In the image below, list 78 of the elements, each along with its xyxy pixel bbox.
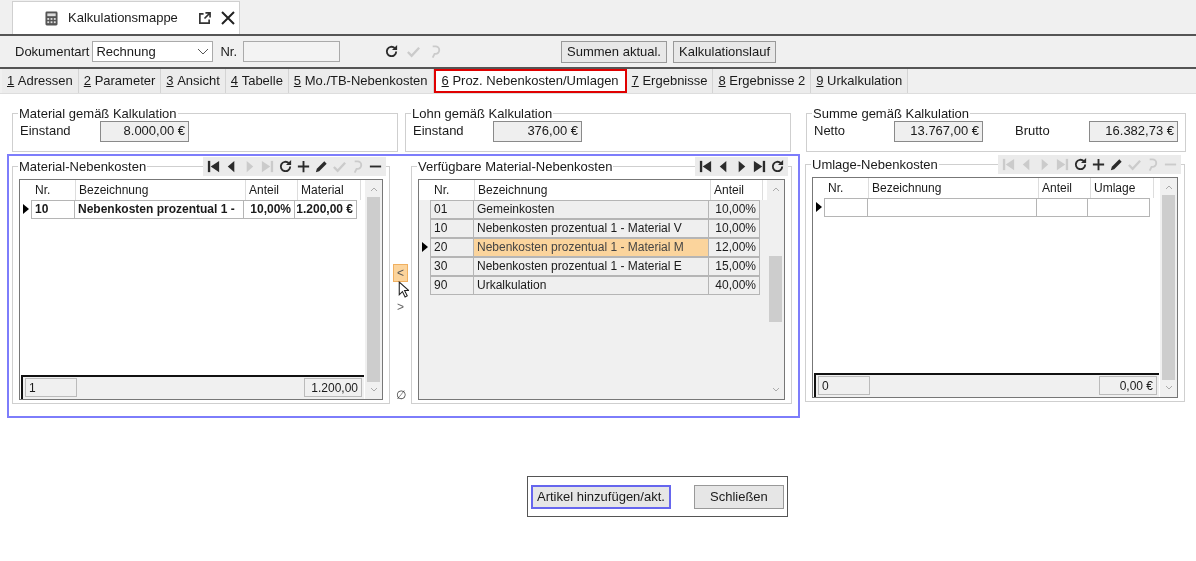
refresh-icon[interactable] [278,159,293,174]
column-header[interactable]: Material [298,179,361,200]
column-header[interactable]: Nr. [431,179,475,200]
transfer-button[interactable]: < [393,264,408,282]
tab[interactable]: 4 Tabelle [225,69,289,93]
group-title: Lohn gemäß Kalkulation [411,105,554,123]
number-field[interactable] [243,41,341,62]
value-field: 8.000,00 € [100,120,189,142]
value-field: 13.767,00 € [894,120,983,142]
record-count: 1 [25,378,77,397]
field-label: Nr. [220,42,238,61]
scroll-down-icon[interactable] [771,386,780,392]
record-count: 0 [818,376,870,395]
field-label: Netto [814,122,847,141]
field-label: Einstand [20,122,72,141]
column-header[interactable]: Bezeichnung [76,179,246,200]
plus-icon[interactable] [1091,157,1106,172]
scrollbar-thumb[interactable] [1162,194,1175,380]
external-link-icon[interactable] [197,11,211,25]
tab[interactable]: 6 Proz. Nebenkosten/Umlagen [433,69,627,93]
column-header[interactable]: Nr. [32,179,76,200]
tab[interactable]: 1 Adressen [2,69,79,93]
field-label: Dokumentart [15,42,90,61]
dialog-button[interactable]: Artikel hinzufügen/akt. [531,484,671,509]
plus-icon[interactable] [296,159,311,174]
scroll-up-icon[interactable] [771,186,780,192]
column-header[interactable]: Bezeichnung [869,177,1039,198]
tab[interactable]: 7 Ergebnisse [626,69,714,93]
refresh-icon[interactable] [384,44,400,59]
column-header[interactable]: Anteil [1039,177,1091,198]
skip-last-icon[interactable] [752,159,767,174]
scrollbar[interactable] [1160,177,1177,397]
value-field: 16.382,73 € [1089,120,1178,142]
field-label: Brutto [1015,122,1051,141]
skip-first-icon[interactable] [698,159,713,174]
total-field: 0,00 € [1099,376,1157,395]
scrollbar-thumb[interactable] [367,196,380,382]
tab[interactable]: 9 Urkalkulation [811,69,909,93]
tab[interactable]: 5 Mo./TB-Nebenkosten [288,69,434,93]
tab[interactable]: 3 Ansicht [161,69,226,93]
skip-first-icon[interactable] [206,159,221,174]
toolbar-button[interactable]: Summen aktual. [561,40,667,63]
column-header[interactable]: Anteil [711,179,763,200]
column-header[interactable]: Bezeichnung [475,179,711,200]
close-icon[interactable] [220,11,235,25]
group-title: Verfügbare Material-Nebenkosten [417,158,614,176]
scroll-down-icon[interactable] [1164,384,1173,390]
group-title: Umlage-Nebenkosten [811,156,939,174]
calculator-icon [45,10,58,26]
scrollbar[interactable] [365,179,382,399]
group-title: Material gemäß Kalkulation [18,105,178,123]
mouse-cursor-icon [398,281,409,298]
dialog-button[interactable]: Schließen [693,484,784,509]
total-field: 1.200,00 [304,378,362,397]
field-label: Einstand [413,122,465,141]
clear-symbol[interactable]: ∅ [395,386,406,404]
document-type-dropdown[interactable]: Rechnung [92,41,214,62]
column-header[interactable]: Nr. [825,177,869,198]
refresh-icon[interactable] [1073,157,1088,172]
value-field: 376,00 € [493,120,582,142]
column-header[interactable]: Anteil [246,179,298,200]
scroll-down-icon[interactable] [369,386,378,392]
refresh-icon[interactable] [770,159,785,174]
group-title: Summe gemäß Kalkulation [812,105,971,123]
window-tab[interactable]: Kalkulationsmappe [12,1,240,34]
transfer-button[interactable]: > [393,298,408,316]
pencil-icon[interactable] [1109,157,1124,172]
scroll-up-icon[interactable] [1164,184,1173,190]
tab[interactable]: 8 Ergebnisse 2 [713,69,812,93]
scrollbar-thumb[interactable] [769,255,782,323]
group-title: Material-Nebenkosten [18,158,148,176]
scroll-up-icon[interactable] [369,186,378,192]
pencil-icon[interactable] [314,159,329,174]
toolbar-button[interactable]: Kalkulationslauf [673,40,777,63]
tab[interactable]: 2 Parameter [78,69,162,93]
chevron-down-icon [197,47,210,56]
column-header[interactable]: Umlage [1091,177,1154,198]
window-title: Kalkulationsmappe [68,9,178,28]
